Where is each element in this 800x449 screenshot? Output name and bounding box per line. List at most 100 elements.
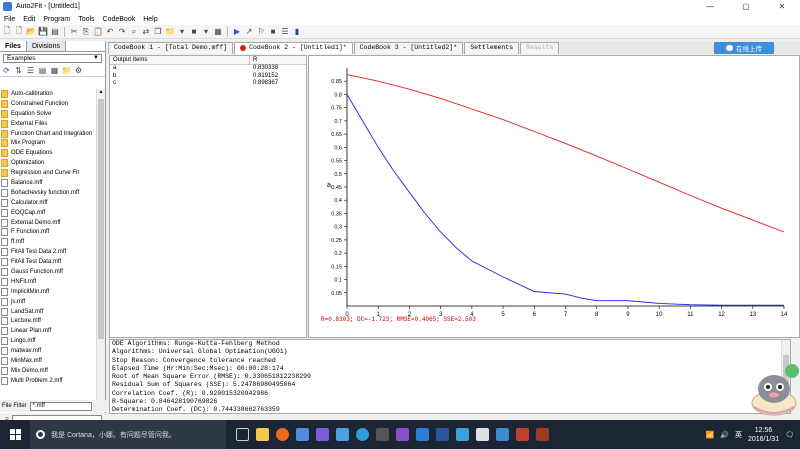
find-icon[interactable]: ⌕ bbox=[129, 27, 139, 37]
paste-icon[interactable]: 📋 bbox=[93, 27, 103, 37]
output-row[interactable]: b 0.819152 bbox=[110, 73, 306, 81]
list-view-icon[interactable]: ☰ bbox=[26, 66, 35, 75]
tab-3[interactable]: Settlements bbox=[464, 41, 520, 54]
folder-item[interactable]: Function Chart and Integration bbox=[0, 129, 96, 139]
start-button[interactable] bbox=[0, 420, 30, 449]
file-item[interactable]: js.mff bbox=[0, 297, 96, 307]
options-icon[interactable]: ☰ bbox=[280, 27, 290, 37]
upload-button[interactable]: 在线上传 bbox=[714, 42, 774, 54]
app-icon-3[interactable] bbox=[316, 428, 329, 441]
output-row[interactable]: c 0.898367 bbox=[110, 80, 306, 88]
folder-item[interactable]: Equation Solve bbox=[0, 109, 96, 119]
bookmark-icon[interactable]: ❐ bbox=[153, 27, 163, 37]
file-item[interactable]: Multi Problem 2.mff bbox=[0, 376, 96, 386]
output-value-header[interactable]: R bbox=[250, 56, 257, 64]
file-item[interactable]: FitAll Test Data.mff bbox=[0, 257, 96, 267]
trace-icon[interactable]: ⚐ bbox=[256, 27, 266, 37]
folder-item[interactable]: Mix Program bbox=[0, 138, 96, 148]
file-item[interactable]: EOQCap.mff bbox=[0, 208, 96, 218]
file-item[interactable]: F Function.mff bbox=[0, 227, 96, 237]
menu-tools[interactable]: Tools bbox=[74, 16, 98, 23]
file-item[interactable]: Linear Plan.mff bbox=[0, 326, 96, 336]
scroll-up-icon[interactable]: ▲ bbox=[97, 89, 105, 97]
auto2fit-icon[interactable] bbox=[536, 428, 549, 441]
sort-icon[interactable]: ⇅ bbox=[14, 66, 23, 75]
visual-studio-icon[interactable] bbox=[396, 428, 409, 441]
folder-item[interactable]: External Files bbox=[0, 119, 96, 129]
file-item[interactable]: Bohachevsky function.mff bbox=[0, 188, 96, 198]
run-icon[interactable]: ▶ bbox=[232, 27, 242, 37]
book-icon[interactable]: ▮ bbox=[292, 27, 302, 37]
file-item[interactable]: MinMax.mff bbox=[0, 356, 96, 366]
menu-help[interactable]: Help bbox=[139, 16, 161, 23]
stop-run-icon[interactable]: ■ bbox=[268, 27, 278, 37]
grid-view-icon[interactable]: ▦ bbox=[50, 66, 59, 75]
favorite-folder-icon[interactable]: 📁 bbox=[62, 66, 72, 75]
new-file-icon[interactable]: 🗋 bbox=[2, 26, 12, 37]
maximize-button[interactable]: ▢ bbox=[728, 0, 764, 13]
ime-indicator[interactable]: 英 bbox=[735, 430, 742, 440]
clock[interactable]: 12:56 2016/1/31 bbox=[748, 426, 779, 444]
output-row[interactable]: a 0.830338 bbox=[110, 65, 306, 73]
file-item[interactable]: External Demo.mff bbox=[0, 218, 96, 228]
file-list-scrollbar[interactable]: ▲ ▼ bbox=[96, 89, 105, 434]
file-item[interactable]: Lingo.mff bbox=[0, 336, 96, 346]
app-icon-4[interactable] bbox=[336, 428, 349, 441]
file-item[interactable]: ImplicitMin.mff bbox=[0, 287, 96, 297]
save-icon[interactable]: 💾 bbox=[38, 27, 48, 37]
edge-icon[interactable] bbox=[416, 428, 429, 441]
settings-icon[interactable]: ⚙ bbox=[74, 66, 83, 75]
new-icon[interactable]: 🗋 bbox=[14, 26, 24, 37]
open-icon[interactable]: 📂 bbox=[26, 27, 36, 37]
step-icon[interactable]: ↗ bbox=[244, 27, 254, 37]
notification-icon[interactable]: 🗨 bbox=[785, 431, 794, 439]
wifi-icon[interactable]: 📶 bbox=[706, 431, 715, 439]
folder-item[interactable]: Optimization bbox=[0, 158, 96, 168]
cortana-search-box[interactable]: 我是 Cortana，小娜。有问题尽管问我。 bbox=[30, 420, 226, 449]
file-item[interactable]: FitAll Test Data 2.mff bbox=[0, 247, 96, 257]
tab-4[interactable]: Results bbox=[520, 41, 560, 54]
app-icon-5[interactable] bbox=[356, 428, 369, 441]
menu-program[interactable]: Program bbox=[39, 16, 74, 23]
folder-item[interactable]: Auto-calibration bbox=[0, 89, 96, 99]
volume-icon[interactable]: 🔊 bbox=[720, 431, 729, 439]
app-icon-6[interactable] bbox=[376, 428, 389, 441]
file-item[interactable]: LandSat.mff bbox=[0, 307, 96, 317]
tab-0[interactable]: CodeBook 1 - [Total Demo.mff] bbox=[108, 41, 234, 54]
file-item[interactable]: Lecture.mff bbox=[0, 316, 96, 326]
tab-files[interactable]: Files bbox=[0, 41, 27, 51]
file-item[interactable]: Mix Demo.mff bbox=[0, 366, 96, 376]
menu-edit[interactable]: Edit bbox=[19, 16, 39, 23]
undo-icon[interactable]: ↶ bbox=[105, 27, 115, 37]
copy-icon[interactable]: ⎘ bbox=[81, 27, 91, 37]
folder-item[interactable]: ODE Equations bbox=[0, 148, 96, 158]
file-item[interactable]: ff.mff bbox=[0, 237, 96, 247]
menu-file[interactable]: File bbox=[0, 16, 19, 23]
save-all-icon[interactable]: ▤ bbox=[50, 27, 60, 37]
word-icon[interactable] bbox=[436, 428, 449, 441]
stop-icon[interactable]: ■ bbox=[189, 27, 199, 37]
menu-codebook[interactable]: CodeBook bbox=[99, 16, 140, 23]
detail-view-icon[interactable]: ▤ bbox=[38, 66, 47, 75]
calc-icon[interactable]: ▦ bbox=[213, 27, 223, 37]
tab-1[interactable]: CodeBook 2 - [Untitled1]* bbox=[234, 41, 353, 54]
app-icon-10[interactable] bbox=[516, 428, 529, 441]
folder-item[interactable]: Constrained Function bbox=[0, 99, 96, 109]
tab-2[interactable]: CodeBook 3 - [Untitled2]* bbox=[353, 41, 464, 54]
file-item[interactable]: Calculator.mff bbox=[0, 198, 96, 208]
mascot-widget-icon[interactable] bbox=[748, 363, 800, 418]
replace-icon[interactable]: ⇄ bbox=[141, 27, 151, 37]
file-filter-input[interactable]: *.mff bbox=[29, 401, 92, 411]
tab-divisions[interactable]: Divisions bbox=[26, 41, 66, 51]
cut-icon[interactable]: ✂ bbox=[69, 27, 79, 37]
dropdown-icon-2[interactable]: ▾ bbox=[201, 27, 211, 37]
file-item[interactable]: matwav.mff bbox=[0, 346, 96, 356]
file-item[interactable]: Balance.mff bbox=[0, 178, 96, 188]
app-icon-7[interactable] bbox=[456, 428, 469, 441]
task-view-icon[interactable] bbox=[236, 428, 249, 441]
minimize-button[interactable]: — bbox=[692, 0, 728, 13]
scroll-thumb[interactable] bbox=[98, 99, 104, 339]
firefox-icon[interactable] bbox=[276, 428, 289, 441]
folder-item[interactable]: Regression and Curve Fit bbox=[0, 168, 96, 178]
app-icon-8[interactable] bbox=[476, 428, 489, 441]
